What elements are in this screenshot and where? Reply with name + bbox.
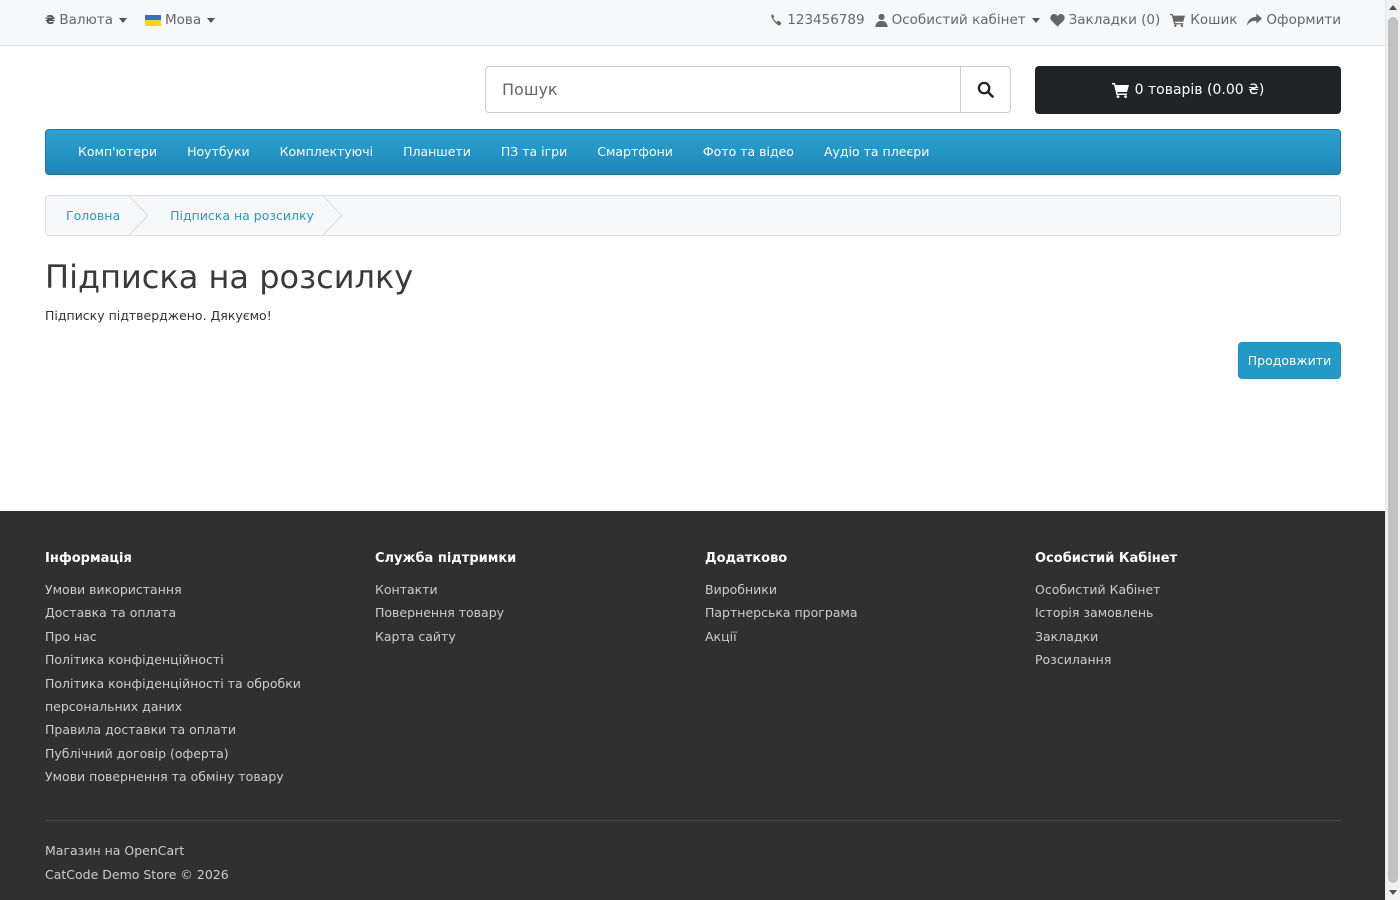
heart-icon [1049,14,1065,27]
footer-link-privacy-data-cont[interactable]: персональних даних [45,699,182,714]
currency-label: Валюта [59,12,113,28]
menu-item-tablets[interactable]: Планшети [388,129,486,175]
scroll-up-arrow-icon[interactable] [1389,5,1397,10]
page-scrollbar[interactable] [1385,0,1400,900]
footer-link-account[interactable]: Особистий Кабінет [1035,582,1160,597]
footer-divider [45,820,1341,821]
menu-item-smartphones[interactable]: Смартфони [582,129,688,175]
menu-item-photo-video[interactable]: Фото та відео [688,129,809,175]
menu-item-software[interactable]: ПЗ та ігри [486,129,582,175]
breadcrumb-home[interactable]: Головна [46,195,150,236]
cart-link[interactable]: Кошик [1170,12,1237,28]
search-input[interactable] [486,67,960,112]
footer-link-sitemap[interactable]: Карта сайту [375,629,456,644]
category-menu: Комп'ютери Ноутбуки Комплектуючі Планшет… [45,129,1341,175]
footer-heading: Служба підтримки [375,551,517,566]
menu-item-laptops[interactable]: Ноутбуки [172,129,265,175]
footer-column-support: Служба підтримки Контакти Повернення тов… [375,551,516,648]
ukraine-flag-icon [144,14,161,26]
footer-link-order-history[interactable]: Історія замовлень [1035,605,1153,620]
phone-link[interactable]: 123456789 [769,12,865,28]
powered-by-prefix: Магазин на [45,843,125,858]
footer-link-terms[interactable]: Умови використання [45,582,182,597]
footer-heading: Додатково [705,551,788,566]
account-dropdown[interactable]: Особистий кабінет [874,12,1040,28]
share-icon [1247,13,1263,26]
footer-heading: Особистий Кабінет [1035,551,1178,566]
opencart-link[interactable]: OpenCart [124,843,184,858]
footer-link-affiliate[interactable]: Партнерська програма [705,605,858,620]
footer-link-newsletter[interactable]: Розсилання [1035,652,1111,667]
phone-number: 123456789 [787,12,865,28]
menu-item-computers[interactable]: Комп'ютери [63,129,172,175]
footer-link-returns[interactable]: Повернення товару [375,605,504,620]
footer-link-returns-policy[interactable]: Умови повернення та обміну товару [45,769,284,784]
footer-link-specials[interactable]: Акції [705,629,737,644]
breadcrumb: Головна Підписка на розсилку [45,195,1341,236]
powered-by-line: Магазин на OpenCart [45,839,229,863]
footer-column-information: Інформація Умови використання Доставка т… [45,551,301,789]
footer-link-contacts[interactable]: Контакти [375,582,438,597]
scroll-down-arrow-icon[interactable] [1389,890,1397,895]
checkout-label: Оформити [1266,12,1341,28]
wishlist-label: Закладки (0) [1068,12,1161,28]
cart-total-button[interactable]: 0 товарів (0.00 ₴) [1035,66,1341,114]
caret-down-icon [1031,17,1040,23]
caret-down-icon [207,17,216,23]
footer-link-privacy[interactable]: Політика конфіденційності [45,652,224,667]
footer-link-offer[interactable]: Публічний договір (оферта) [45,746,229,761]
user-icon [874,13,888,27]
search-box [485,66,1011,113]
footer-link-manufacturers[interactable]: Виробники [705,582,777,597]
top-bar: ₴ Валюта Мова 123456789 Особистий кабіне… [0,0,1385,46]
checkout-link[interactable]: Оформити [1247,12,1341,28]
hryvnia-icon: ₴ [45,13,56,27]
phone-icon [771,14,782,26]
cart-label: Кошик [1190,12,1238,28]
page-title: Підписка на розсилку [45,258,414,296]
footer-link-about[interactable]: Про нас [45,629,97,644]
menu-item-audio[interactable]: Аудіо та плеєри [809,129,944,175]
breadcrumb-home-label: Головна [66,208,121,223]
caret-down-icon [118,17,127,23]
footer: Інформація Умови використання Доставка т… [0,511,1385,900]
language-label: Мова [164,12,202,28]
breadcrumb-current[interactable]: Підписка на розсилку [150,195,344,236]
language-dropdown[interactable]: Мова [144,12,216,28]
account-label: Особистий кабінет [891,12,1026,28]
shopping-cart-icon [1170,13,1186,27]
scrollbar-thumb[interactable] [1388,17,1398,883]
search-button[interactable] [960,67,1010,112]
footer-link-delivery[interactable]: Доставка та оплата [45,605,176,620]
search-icon [977,81,994,98]
cart-total-label: 0 товарів (0.00 ₴) [1134,82,1265,98]
copyright-text: CatCode Demo Store © 2026 [45,867,229,882]
breadcrumb-current-label: Підписка на розсилку [170,208,314,223]
footer-link-wishlist[interactable]: Закладки [1035,629,1098,644]
footer-column-extras: Додатково Виробники Партнерська програма… [705,551,858,648]
footer-link-privacy-data[interactable]: Політика конфіденційності та обробки [45,676,301,691]
footer-heading: Інформація [45,551,132,566]
top-right-group: 123456789 Особистий кабінет Закладки (0)… [769,12,1341,28]
continue-button[interactable]: Продовжити [1238,342,1341,379]
breadcrumb-separator [128,195,149,236]
footer-column-account: Особистий Кабінет Особистий Кабінет Істо… [1035,551,1177,672]
breadcrumb-separator [321,195,343,236]
top-left-group: ₴ Валюта Мова [45,12,216,28]
shopping-cart-icon [1111,83,1129,98]
footer-copyright: Магазин на OpenCart CatCode Demo Store ©… [45,839,229,887]
wishlist-link[interactable]: Закладки (0) [1049,12,1161,28]
currency-dropdown[interactable]: ₴ Валюта [45,12,127,28]
confirmation-message: Підписку підтверджено. Дякуємо! [45,308,272,323]
footer-link-delivery-rules[interactable]: Правила доставки та оплати [45,722,236,737]
menu-item-components[interactable]: Комплектуючі [265,129,388,175]
